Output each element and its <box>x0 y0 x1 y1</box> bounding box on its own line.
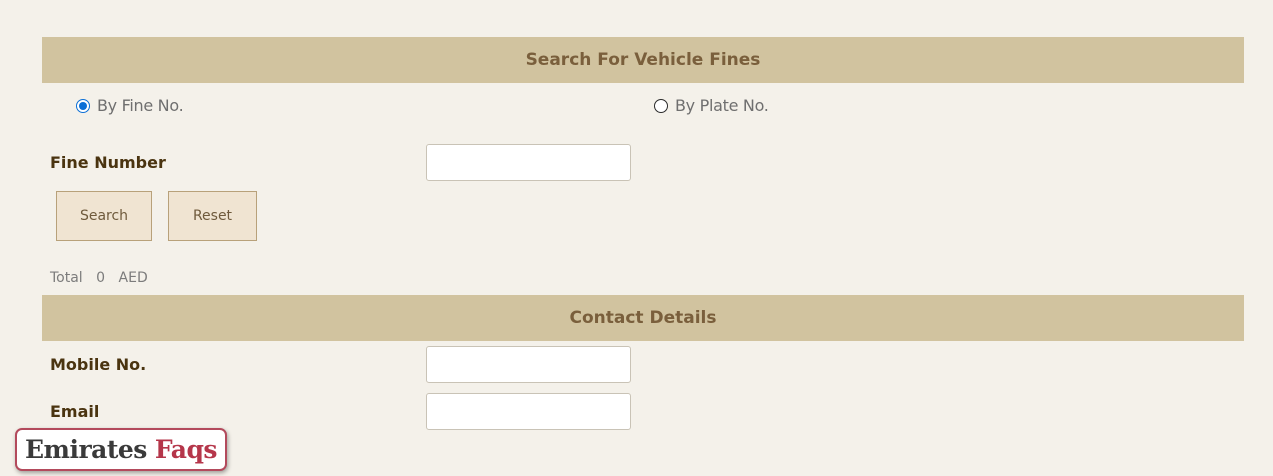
search-section-header: Search For Vehicle Fines <box>42 37 1244 83</box>
mobile-no-label: Mobile No. <box>50 355 147 374</box>
watermark-text-faqs: Faqs <box>154 435 218 464</box>
radio-label-by-plate-no: By Plate No. <box>675 96 769 115</box>
fine-number-input[interactable] <box>426 144 631 181</box>
email-input[interactable] <box>426 393 631 430</box>
contact-section-header: Contact Details <box>42 295 1244 341</box>
total-label: Total <box>50 270 83 286</box>
radio-button-checked-icon[interactable] <box>76 98 90 113</box>
total-amount-line: Total 0 AED <box>50 270 154 286</box>
total-amount: 0 <box>96 270 106 286</box>
search-button[interactable]: Search <box>56 191 152 241</box>
radio-button-unchecked-icon[interactable] <box>654 98 668 113</box>
reset-button[interactable]: Reset <box>168 191 257 241</box>
search-section-title: Search For Vehicle Fines <box>525 50 761 70</box>
emirates-faqs-watermark-logo: Emirates Faqs <box>15 428 227 471</box>
fine-number-label: Fine Number <box>50 153 166 172</box>
radio-label-by-fine-no: By Fine No. <box>97 96 184 115</box>
radio-by-plate-no[interactable]: By Plate No. <box>654 96 769 115</box>
total-currency: AED <box>118 270 148 286</box>
radio-by-fine-no[interactable]: By Fine No. <box>76 96 184 115</box>
mobile-no-input[interactable] <box>426 346 631 383</box>
email-label: Email <box>50 402 100 421</box>
watermark-text-emirates: Emirates <box>24 435 147 464</box>
contact-section-title: Contact Details <box>569 308 717 328</box>
